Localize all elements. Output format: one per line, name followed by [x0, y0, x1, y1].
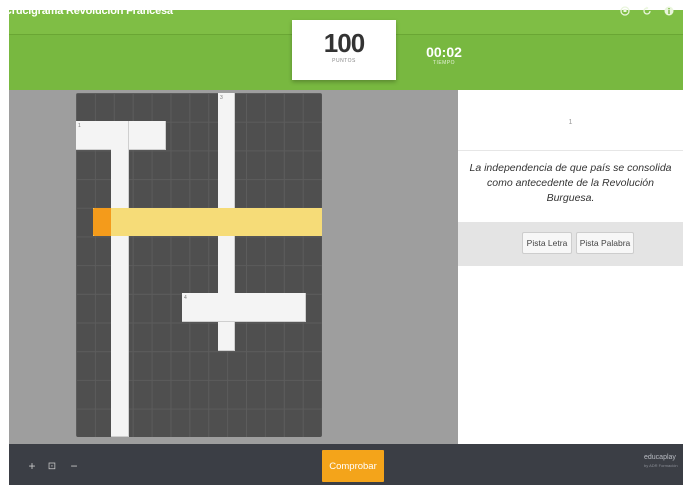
info-icon[interactable] — [663, 5, 675, 17]
clue-number-label: 3 — [220, 95, 223, 101]
score-value: 100 — [323, 28, 365, 58]
score-label: PUNTOS — [332, 58, 356, 64]
crossword-cell[interactable] — [182, 293, 306, 322]
timer-label: TIEMPO — [432, 60, 456, 66]
clue-text: La independencia de que país se consolid… — [469, 162, 672, 204]
score-panel: 100 PUNTOS — [292, 20, 396, 80]
divider — [458, 150, 683, 151]
active-cell[interactable] — [93, 208, 111, 236]
header-icons — [619, 5, 675, 17]
zoom-in-button[interactable]: + — [25, 459, 39, 473]
restart-icon[interactable] — [641, 5, 653, 17]
crossword-cell[interactable] — [111, 121, 129, 437]
brand-subtitle: by ADR Formación — [644, 463, 678, 468]
fullscreen-icon[interactable] — [619, 5, 631, 17]
clue-number: 1 — [568, 119, 573, 126]
crossword-grid[interactable]: 1 2 3 4 — [76, 93, 322, 437]
clue-number-label: 1 — [78, 123, 81, 129]
clue-number-label: 4 — [184, 295, 187, 301]
clue-panel — [458, 90, 683, 444]
zoom-reset-button[interactable]: ⊡ — [45, 459, 59, 473]
brand-name: educaplay — [644, 454, 676, 461]
app-title: Crucigrama Revolución Francesa — [4, 5, 173, 17]
hint-word-button[interactable]: Pista Palabra — [576, 232, 634, 254]
zoom-out-button[interactable]: − — [67, 459, 81, 473]
active-word-highlight[interactable] — [93, 208, 322, 236]
brand-logo: educaplay by ADR Formación — [644, 454, 678, 470]
timer-panel: 00:02 TIEMPO — [414, 44, 474, 66]
check-button[interactable]: Comprobar — [322, 450, 384, 482]
timer-value: 00:02 — [426, 44, 462, 60]
hint-letter-button[interactable]: Pista Letra — [522, 232, 572, 254]
